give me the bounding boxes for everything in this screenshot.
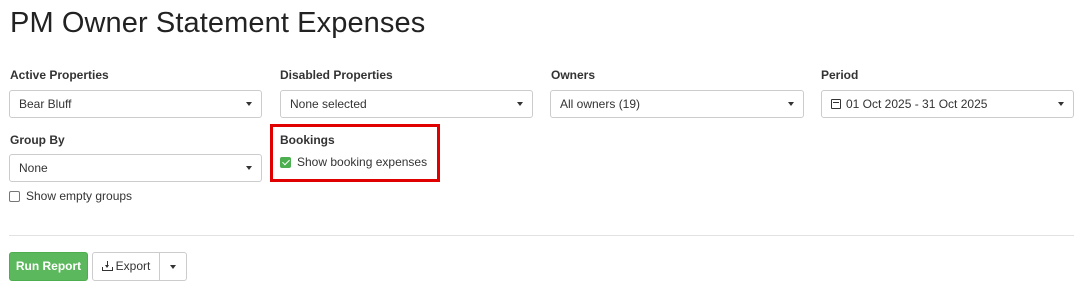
download-icon: [101, 261, 113, 271]
group-by-value: None: [19, 161, 48, 175]
caret-down-icon: [788, 102, 794, 106]
period-label: Period: [821, 68, 859, 82]
active-properties-select[interactable]: Bear Bluff: [9, 90, 262, 118]
period-select[interactable]: 01 Oct 2025 - 31 Oct 2025: [821, 90, 1074, 118]
caret-down-icon: [517, 102, 523, 106]
owners-value: All owners (19): [560, 97, 641, 111]
disabled-properties-label: Disabled Properties: [280, 68, 393, 82]
period-value: 01 Oct 2025 - 31 Oct 2025: [846, 97, 988, 111]
export-dropdown-toggle[interactable]: [160, 252, 187, 281]
show-empty-groups-option[interactable]: Show empty groups: [9, 189, 132, 203]
caret-down-icon: [246, 102, 252, 106]
group-by-label: Group By: [10, 133, 65, 147]
divider: [9, 235, 1074, 236]
show-empty-groups-label: Show empty groups: [26, 189, 133, 203]
highlight-box: [270, 124, 440, 182]
disabled-properties-select[interactable]: None selected: [280, 90, 533, 118]
caret-down-icon: [1058, 102, 1064, 106]
page-title: PM Owner Statement Expenses: [10, 7, 426, 39]
group-by-select[interactable]: None: [9, 154, 262, 182]
owners-label: Owners: [551, 68, 596, 82]
export-button-group: Export: [92, 252, 187, 281]
export-label: Export: [115, 259, 151, 273]
calendar-icon: [831, 99, 841, 109]
disabled-properties-value: None selected: [290, 97, 367, 111]
active-properties-value: Bear Bluff: [19, 97, 72, 111]
active-properties-label: Active Properties: [10, 68, 109, 82]
owners-select[interactable]: All owners (19): [550, 90, 804, 118]
caret-down-icon: [246, 166, 252, 170]
show-empty-groups-checkbox[interactable]: [9, 190, 20, 202]
caret-down-icon: [170, 265, 176, 269]
export-button[interactable]: Export: [92, 252, 160, 281]
run-report-button[interactable]: Run Report: [9, 252, 88, 281]
